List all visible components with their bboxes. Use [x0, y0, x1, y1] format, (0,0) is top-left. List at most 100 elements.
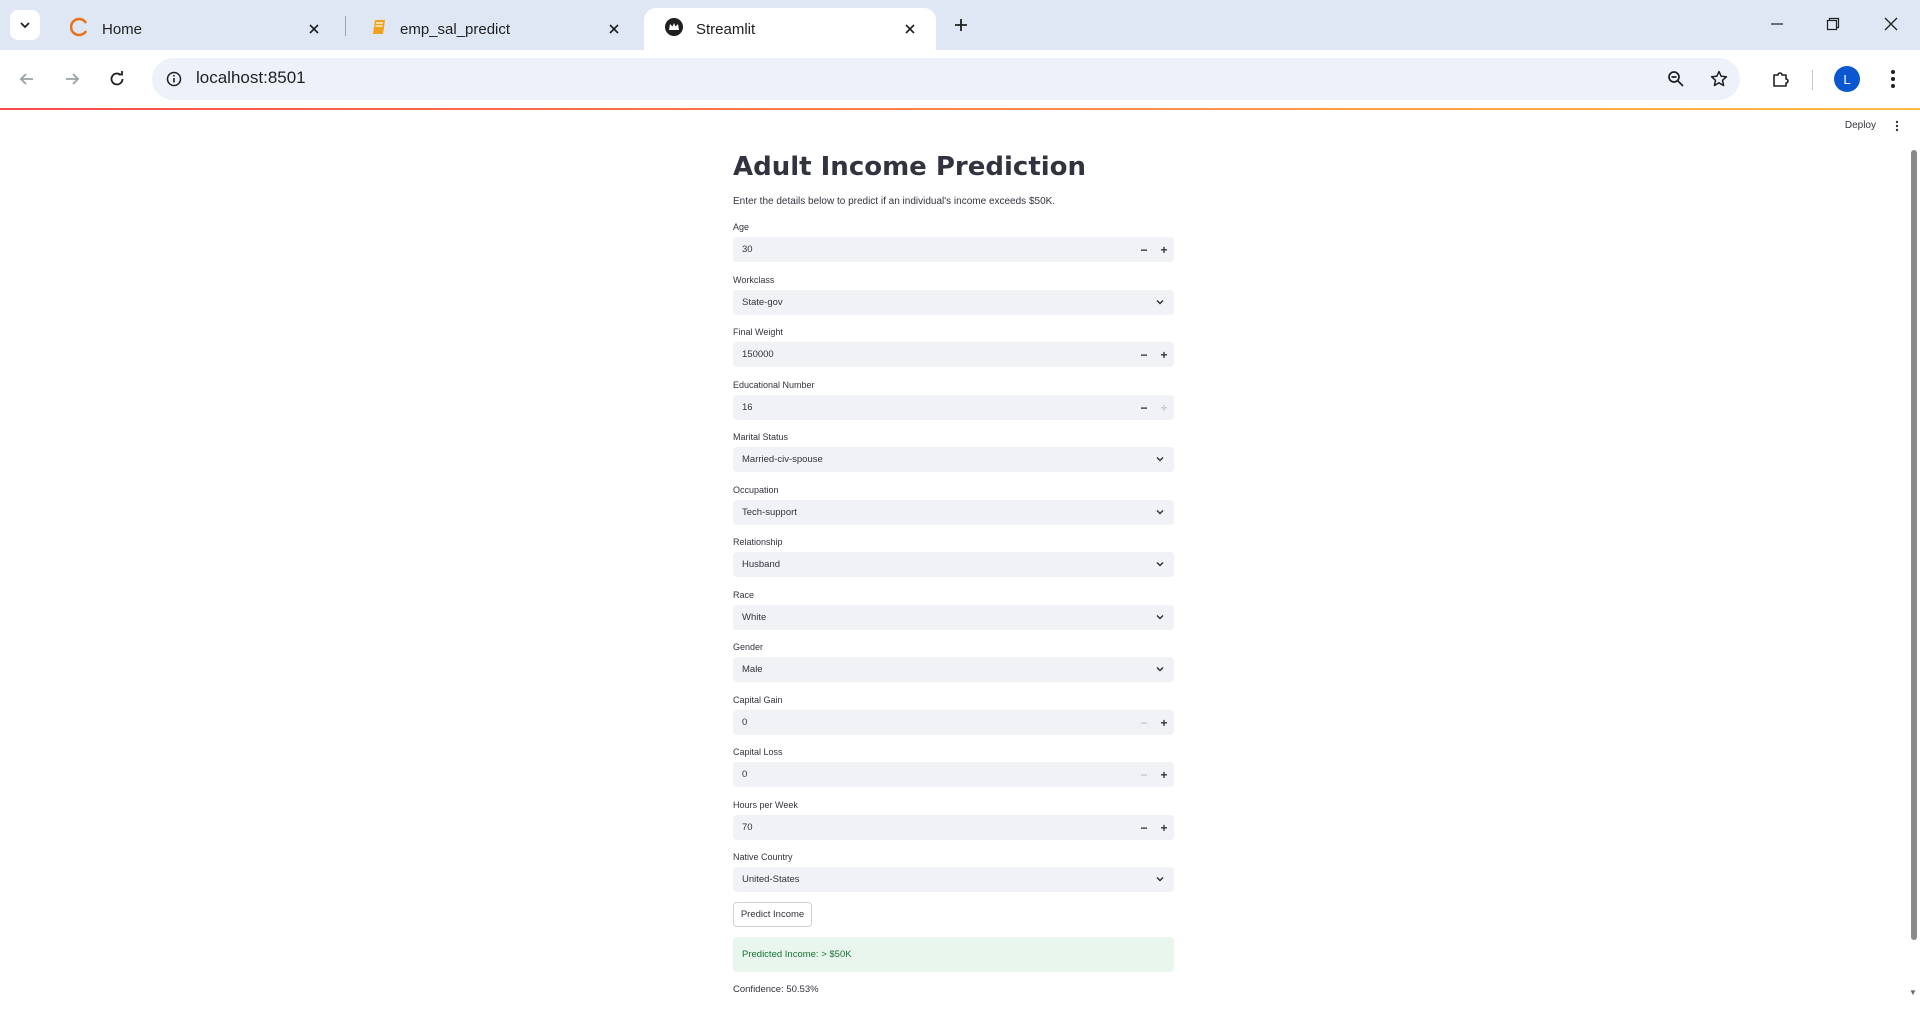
capital-loss-increment-button[interactable]: +	[1154, 762, 1174, 787]
hours-per-week-value[interactable]: 70	[742, 822, 753, 833]
relationship-label: Relationship	[733, 537, 783, 547]
tab-emp-sal-predict[interactable]: emp_sal_predict	[350, 8, 640, 50]
age-decrement-button[interactable]: −	[1134, 237, 1154, 262]
restore-button[interactable]	[1810, 6, 1856, 42]
capital-gain-label: Capital Gain	[733, 695, 783, 705]
capital-loss-value[interactable]: 0	[742, 769, 747, 780]
close-icon[interactable]	[898, 17, 922, 41]
back-button[interactable]	[12, 64, 42, 94]
chevron-down-icon[interactable]	[1154, 506, 1166, 518]
profile-avatar[interactable]: L	[1834, 66, 1860, 92]
tab-title: emp_sal_predict	[400, 20, 511, 38]
occupation-label: Occupation	[733, 485, 779, 495]
zoom-icon[interactable]	[1664, 67, 1688, 91]
restore-icon	[1826, 17, 1840, 31]
tab-title: Home	[102, 20, 143, 38]
chevron-down-icon[interactable]	[1154, 296, 1166, 308]
bookmark-star-icon[interactable]	[1707, 67, 1731, 91]
header-decoration	[0, 108, 1920, 110]
workclass-label: Workclass	[733, 275, 775, 285]
more-vertical-icon[interactable]	[1878, 64, 1908, 94]
workclass-value[interactable]: State-gov	[742, 297, 783, 308]
tab-separator	[345, 16, 346, 36]
deploy-button[interactable]: Deploy	[1845, 120, 1876, 131]
native-country-select[interactable]: United-States	[733, 867, 1174, 892]
race-select[interactable]: White	[733, 605, 1174, 630]
close-icon[interactable]	[602, 17, 626, 41]
confidence-text: Confidence: 50.53%	[733, 984, 819, 995]
minimize-icon	[1771, 23, 1783, 25]
marital-status-label: Marital Status	[733, 432, 789, 442]
educational-number-label: Educational Number	[733, 380, 815, 390]
scroll-down-icon[interactable]: ▼	[1908, 988, 1918, 998]
minimize-button[interactable]	[1754, 6, 1800, 42]
race-value[interactable]: White	[742, 612, 766, 623]
final-weight-decrement-button[interactable]: −	[1134, 342, 1154, 367]
loader-icon	[69, 17, 90, 41]
close-icon[interactable]	[302, 17, 326, 41]
chevron-down-icon[interactable]	[1154, 558, 1166, 570]
final-weight-value[interactable]: 150000	[742, 349, 774, 360]
new-tab-button[interactable]	[946, 10, 976, 40]
capital-gain-value[interactable]: 0	[742, 717, 747, 728]
page-title: Adult Income Prediction	[733, 152, 1087, 182]
final-weight-number-input[interactable]: 150000 − +	[733, 342, 1174, 367]
age-number-input[interactable]: 30 − +	[733, 237, 1174, 262]
toolbar-divider	[1812, 70, 1813, 90]
capital-loss-number-input[interactable]: 0 − +	[733, 762, 1174, 787]
educational-number-input[interactable]: 16 − +	[733, 395, 1174, 420]
page-subtitle: Enter the details below to predict if an…	[733, 196, 1056, 207]
capital-loss-decrement-button[interactable]: −	[1134, 762, 1154, 787]
age-increment-button[interactable]: +	[1154, 237, 1174, 262]
site-info-icon[interactable]	[162, 67, 186, 91]
educational-number-decrement-button[interactable]: −	[1134, 395, 1154, 420]
scrollbar-thumb[interactable]	[1911, 150, 1917, 940]
capital-gain-increment-button[interactable]: +	[1154, 710, 1174, 735]
educational-number-value[interactable]: 16	[742, 402, 753, 413]
workclass-select[interactable]: State-gov	[733, 290, 1174, 315]
native-country-value[interactable]: United-States	[742, 874, 800, 885]
prediction-success-alert: Predicted Income: > $50K	[733, 937, 1174, 972]
hours-per-week-number-input[interactable]: 70 − +	[733, 815, 1174, 840]
app-view: Deploy ▼ Adult Income Prediction Enter t…	[0, 108, 1920, 1020]
gender-value[interactable]: Male	[742, 664, 763, 675]
educational-number-increment-button[interactable]: +	[1154, 395, 1174, 420]
hours-per-week-label: Hours per Week	[733, 800, 798, 810]
age-value[interactable]: 30	[742, 244, 753, 255]
notebook-icon	[370, 18, 388, 40]
tab-home[interactable]: Home	[50, 8, 340, 50]
capital-gain-number-input[interactable]: 0 − +	[733, 710, 1174, 735]
relationship-select[interactable]: Husband	[733, 552, 1174, 577]
capital-loss-label: Capital Loss	[733, 747, 783, 757]
tab-search-button[interactable]	[10, 10, 40, 40]
chevron-down-icon[interactable]	[1154, 663, 1166, 675]
chevron-down-icon[interactable]	[1154, 611, 1166, 623]
main-menu-icon[interactable]	[1890, 118, 1904, 134]
url-text[interactable]: localhost:8501	[196, 68, 306, 88]
occupation-value[interactable]: Tech-support	[742, 507, 797, 518]
marital-status-value[interactable]: Married-civ-spouse	[742, 454, 823, 465]
predict-income-button[interactable]: Predict Income	[733, 902, 812, 927]
close-window-button[interactable]	[1868, 6, 1914, 42]
forward-button[interactable]	[57, 64, 87, 94]
occupation-select[interactable]: Tech-support	[733, 500, 1174, 525]
chevron-down-icon[interactable]	[1154, 873, 1166, 885]
marital-status-select[interactable]: Married-civ-spouse	[733, 447, 1174, 472]
gender-label: Gender	[733, 642, 764, 652]
capital-gain-decrement-button[interactable]: −	[1134, 710, 1154, 735]
extensions-puzzle-icon[interactable]	[1766, 64, 1796, 94]
page-scrollbar[interactable]	[1910, 150, 1918, 940]
address-bar[interactable]: localhost:8501	[152, 58, 1740, 100]
relationship-value[interactable]: Husband	[742, 559, 780, 570]
gender-select[interactable]: Male	[733, 657, 1174, 682]
hours-per-week-increment-button[interactable]: +	[1154, 815, 1174, 840]
prediction-result-text: Predicted Income: > $50K	[742, 949, 852, 960]
chevron-down-icon[interactable]	[1154, 453, 1166, 465]
age-label: Age	[733, 222, 750, 232]
tab-streamlit[interactable]: Streamlit	[644, 8, 936, 50]
arrow-left-icon	[19, 73, 33, 85]
final-weight-increment-button[interactable]: +	[1154, 342, 1174, 367]
hours-per-week-decrement-button[interactable]: −	[1134, 815, 1154, 840]
reload-button[interactable]	[102, 64, 132, 94]
tab-title: Streamlit	[696, 20, 756, 38]
